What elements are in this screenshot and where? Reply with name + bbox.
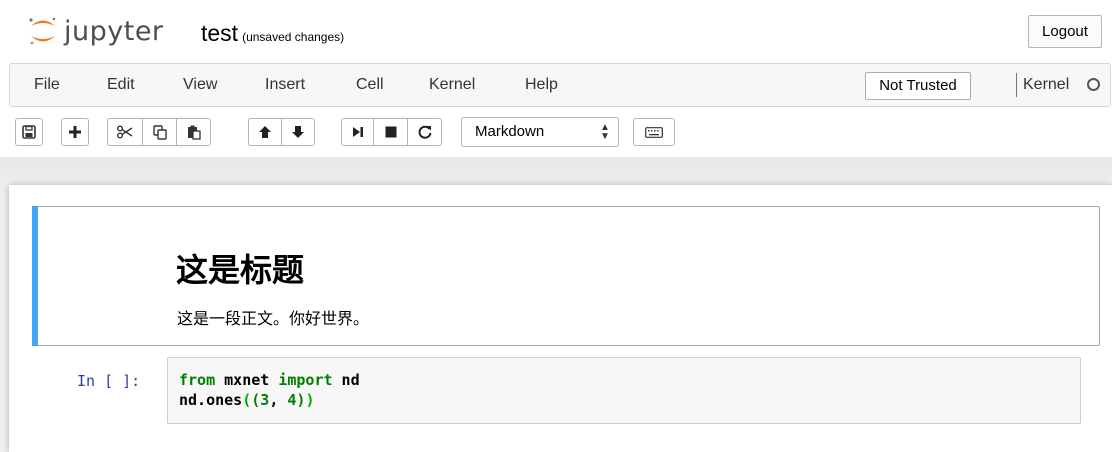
clipboard-icon xyxy=(187,125,201,140)
plus-icon xyxy=(69,126,81,138)
header: jupyter test (unsaved changes) Logout Fil… xyxy=(0,0,1112,157)
copy-button[interactable] xyxy=(142,118,177,146)
markdown-paragraph: 这是一段正文。你好世界。 xyxy=(177,309,370,328)
jupyter-logo-icon xyxy=(29,17,56,45)
save-status: (unsaved changes) xyxy=(242,30,345,44)
module-name: mxnet xyxy=(215,371,279,389)
number-3: 3 xyxy=(260,391,270,409)
command-palette-button[interactable] xyxy=(633,118,675,146)
step-forward-icon xyxy=(352,127,363,137)
keyword-from: from xyxy=(179,371,216,389)
jupyter-logo[interactable]: jupyter xyxy=(28,12,198,52)
copy-icon xyxy=(152,124,167,140)
scissors-icon xyxy=(117,125,133,139)
keyboard-icon xyxy=(645,126,663,138)
floppy-disk-icon xyxy=(22,125,36,139)
arrow-down-icon xyxy=(292,126,304,138)
kernel-idle-icon xyxy=(1087,78,1100,91)
not-trusted-button[interactable]: Not Trusted xyxy=(865,72,971,100)
cell-type-value: Markdown xyxy=(475,123,545,140)
logout-button[interactable]: Logout xyxy=(1028,15,1102,48)
cell-type-select[interactable]: Markdown ▲ ▼ xyxy=(461,117,619,147)
menu-insert[interactable]: Insert xyxy=(265,76,305,94)
paste-button[interactable] xyxy=(176,118,211,146)
select-arrows-icon: ▲ ▼ xyxy=(600,122,610,142)
move-up-button[interactable] xyxy=(248,118,282,146)
markdown-cell-selected[interactable]: 这是标题 这是一段正文。你好世界。 xyxy=(32,206,1100,346)
keyword-import: import xyxy=(278,371,333,389)
logo-text: jupyter xyxy=(64,16,164,47)
stop-icon xyxy=(385,126,396,138)
code-editor[interactable]: from mxnet import nd nd.ones((3, 4)) xyxy=(179,370,360,410)
notebook-name[interactable]: test xyxy=(201,20,238,46)
paren-outer-close: ) xyxy=(305,391,315,409)
arrow-up-icon xyxy=(259,126,271,138)
refresh-icon xyxy=(418,125,431,139)
code-cell-input[interactable]: from mxnet import nd nd.ones((3, 4)) xyxy=(167,357,1081,424)
notebook-container: 这是标题 这是一段正文。你好世界。 In [ ]: from mxnet imp… xyxy=(9,185,1112,452)
save-button[interactable] xyxy=(15,118,43,146)
run-button[interactable] xyxy=(341,118,374,146)
menubar: File Edit View Insert Cell Kernel Help N… xyxy=(9,63,1111,107)
insert-cell-button[interactable] xyxy=(61,118,89,146)
selected-cell-indicator xyxy=(32,206,38,346)
menu-kernel[interactable]: Kernel xyxy=(429,76,475,94)
kernel-name[interactable]: Kernel xyxy=(1023,76,1069,94)
menu-cell[interactable]: Cell xyxy=(356,76,384,94)
paren-inner-open: ( xyxy=(251,391,261,409)
menu-help[interactable]: Help xyxy=(525,76,558,94)
call-expr: nd.ones xyxy=(179,391,243,409)
menu-view[interactable]: View xyxy=(183,76,217,94)
move-down-button[interactable] xyxy=(281,118,315,146)
stop-button[interactable] xyxy=(373,118,408,146)
header-shadow xyxy=(0,157,1112,185)
menu-edit[interactable]: Edit xyxy=(107,76,135,94)
markdown-heading: 这是标题 xyxy=(176,251,305,289)
cut-button[interactable] xyxy=(107,118,143,146)
restart-button[interactable] xyxy=(407,118,442,146)
kernel-divider xyxy=(1016,73,1017,97)
input-prompt: In [ ]: xyxy=(77,372,141,390)
notebook-title[interactable]: test (unsaved changes) xyxy=(201,20,344,47)
menu-file[interactable]: File xyxy=(34,76,60,94)
comma: , xyxy=(269,391,288,409)
paren-outer-open: ( xyxy=(242,391,252,409)
import-name: nd xyxy=(332,371,360,389)
